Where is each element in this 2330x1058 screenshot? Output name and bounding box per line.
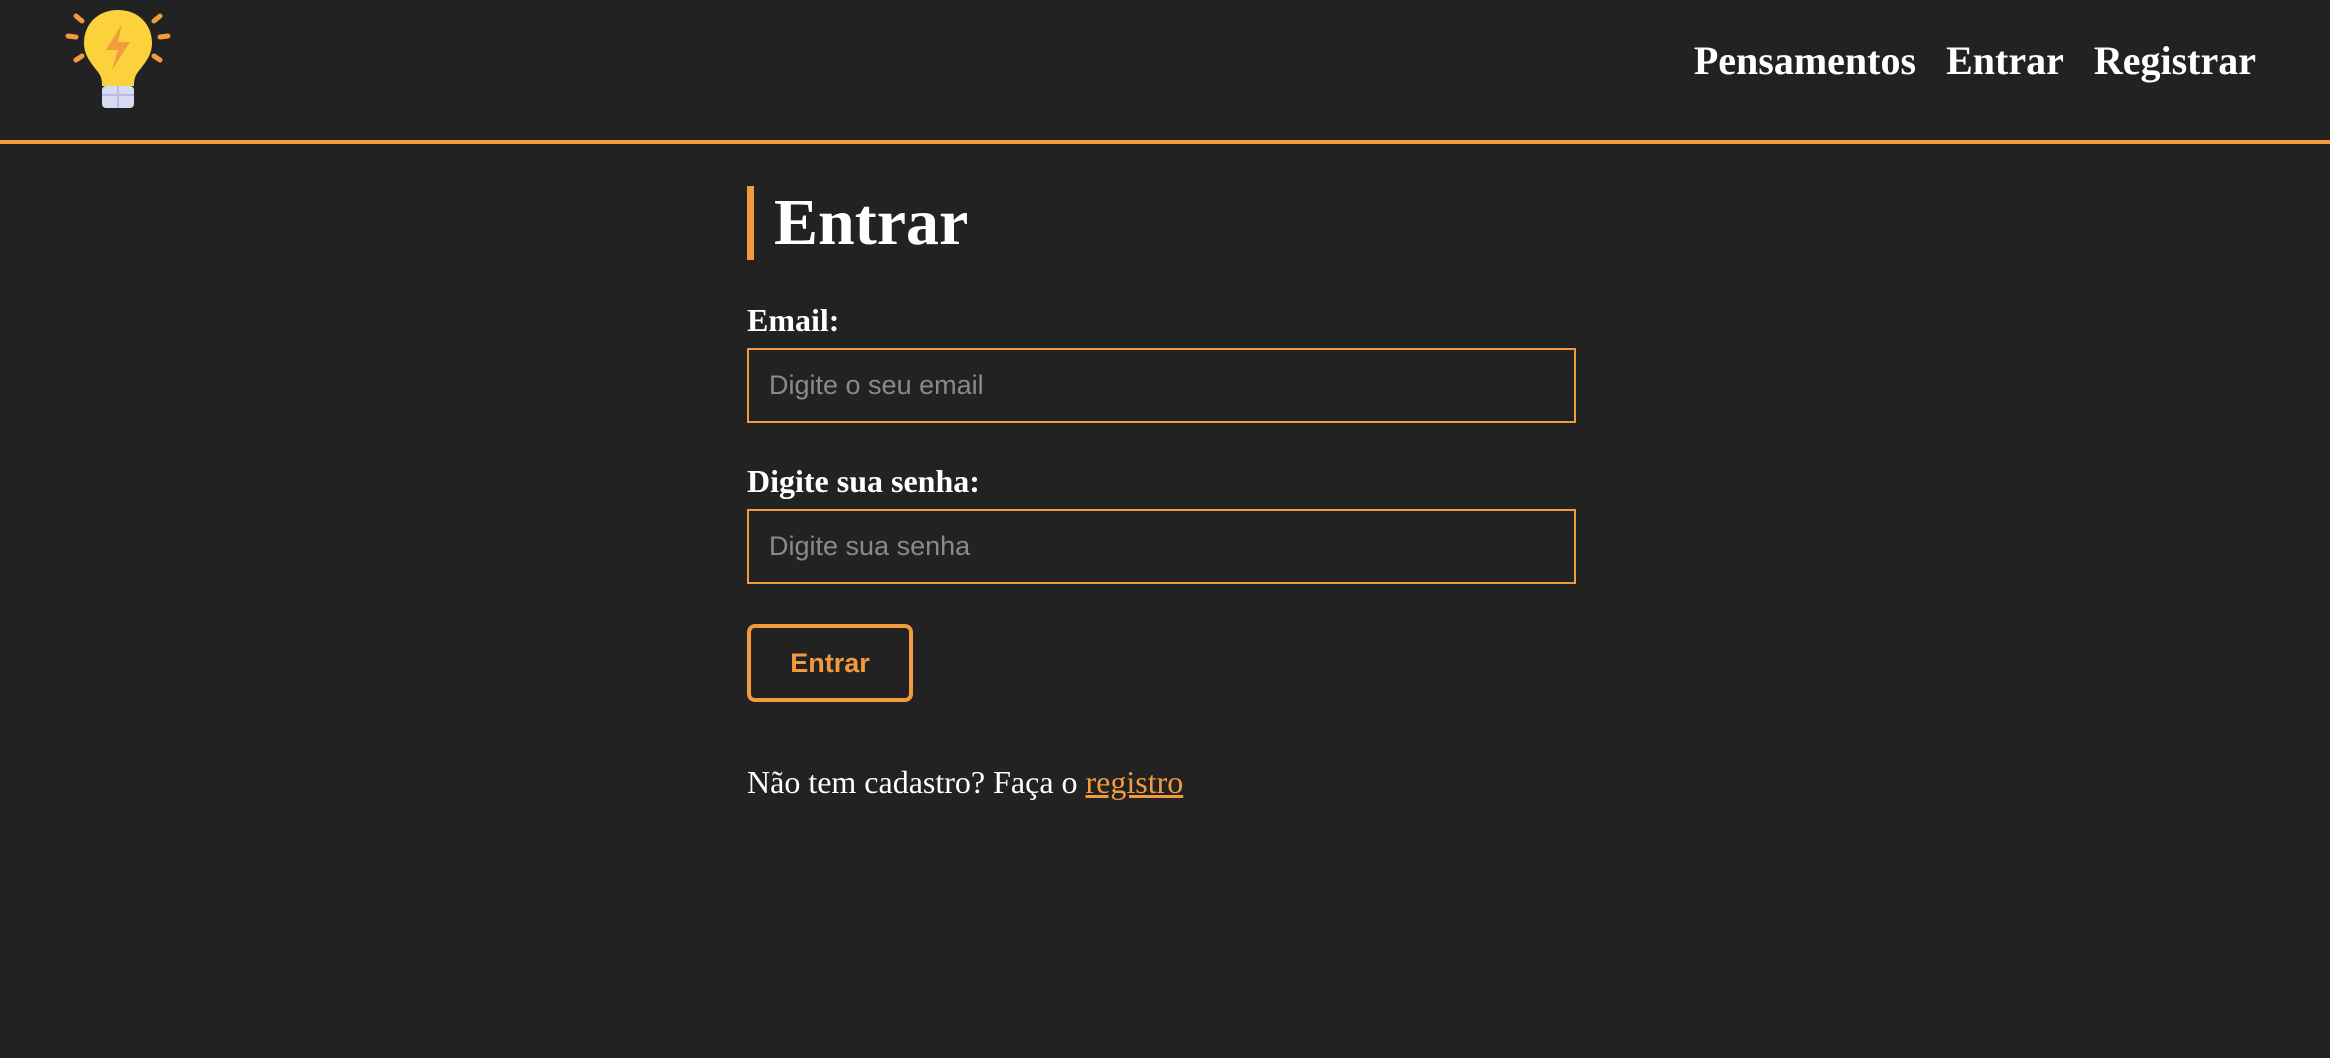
- register-prompt-text: Não tem cadastro? Faça o: [747, 764, 1086, 800]
- email-label: Email:: [747, 302, 840, 338]
- nav-link-registrar[interactable]: Registrar: [2094, 38, 2256, 83]
- email-form-control: Email:: [747, 302, 1577, 423]
- nav-item-pensamentos: Pensamentos: [1694, 34, 1916, 88]
- register-prompt: Não tem cadastro? Faça o registro: [747, 762, 1577, 802]
- page-title: Entrar: [747, 186, 1577, 260]
- nav-link-pensamentos[interactable]: Pensamentos: [1694, 38, 1916, 83]
- nav-links: Pensamentos Entrar Registrar: [1694, 34, 2256, 88]
- lightbulb-icon[interactable]: [64, 4, 172, 112]
- submit-button[interactable]: Entrar: [747, 624, 913, 702]
- nav-item-registrar: Registrar: [2094, 34, 2256, 88]
- nav-link-entrar[interactable]: Entrar: [1946, 38, 2064, 83]
- register-link[interactable]: registro: [1086, 764, 1184, 800]
- nav-item-entrar: Entrar: [1946, 34, 2064, 88]
- password-input[interactable]: [747, 509, 1576, 584]
- login-container: Entrar Email: Digite sua senha: Entrar N…: [747, 186, 1577, 802]
- navbar: Pensamentos Entrar Registrar: [0, 0, 2330, 144]
- password-label: Digite sua senha:: [747, 463, 980, 499]
- email-input[interactable]: [747, 348, 1576, 423]
- login-form: Email: Digite sua senha: Entrar: [747, 302, 1577, 702]
- password-form-control: Digite sua senha:: [747, 463, 1577, 584]
